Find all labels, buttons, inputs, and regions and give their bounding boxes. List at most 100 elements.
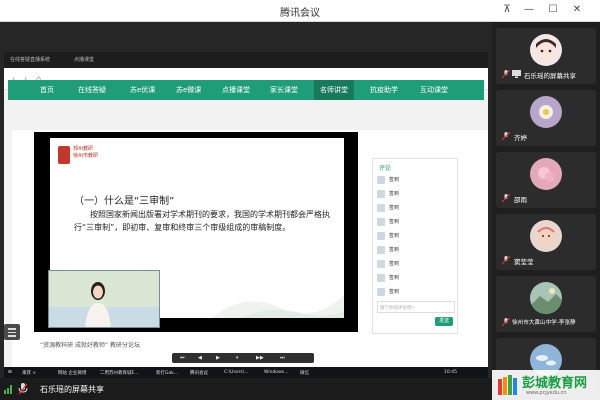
taskbar-clock: 10:45 — [444, 370, 457, 375]
teacher-figure-icon — [85, 282, 111, 327]
nav-item-eweike[interactable]: 苏e微课 — [176, 85, 201, 95]
mic-off-icon — [502, 318, 510, 327]
list-item: 签到 — [377, 245, 455, 256]
bottom-status-bar: 石乐瑶的屏幕共享 — [0, 378, 492, 400]
nav-item-interactive[interactable]: 互动课堂 — [420, 85, 448, 95]
send-button[interactable]: 发送 — [435, 317, 453, 326]
avatar — [377, 190, 385, 198]
rewind-icon[interactable]: ◀ — [198, 355, 202, 361]
list-item: 签到 — [377, 175, 455, 186]
participant-name: 石乐瑶的屏幕共享 — [524, 72, 576, 80]
participant-tile[interactable]: 徐州市大黄山中学-李张静 — [496, 276, 596, 332]
avatar — [377, 204, 385, 212]
avatar — [377, 218, 385, 226]
participant-tile[interactable]: 窦莹莹 — [496, 214, 596, 270]
taskbar-item[interactable]: 二用苏州教育城E... — [100, 370, 139, 376]
avatar — [377, 288, 385, 296]
minimize-button[interactable]: — — [520, 2, 538, 18]
pause-icon[interactable]: ⏸ — [236, 355, 239, 361]
nav-item-home[interactable]: 首页 — [40, 85, 54, 95]
meeting-window: 腾讯会议 ⊼ — ☐ ✕ 在线答疑直播系统 点播课堂 ‹ › ⌂ 首页 在线答疑… — [0, 0, 600, 400]
mic-off-icon — [502, 256, 510, 265]
prev-icon[interactable]: ⏮ — [180, 355, 185, 361]
taskbar-item[interactable]: 微信 — [300, 370, 309, 376]
list-item: 签到 — [377, 203, 455, 214]
page-caption: “资源教科研 成就好教师” 教研分论坛 — [40, 342, 141, 349]
play-icon[interactable]: ▶ — [216, 355, 220, 361]
sharing-label: 石乐瑶的屏幕共享 — [40, 385, 104, 394]
nav-item-eyouke[interactable]: 苏e优课 — [130, 85, 155, 95]
screen-share-icon — [512, 70, 521, 78]
taskbar-item[interactable]: C:\Users\... — [224, 370, 249, 375]
mic-off-icon — [502, 132, 510, 141]
avatar — [377, 246, 385, 254]
list-item: 签到 — [377, 287, 455, 298]
list-item: 签到 — [377, 217, 455, 228]
slide-heading: （一）什么是“三审制” — [74, 196, 175, 207]
nav-item-epidemic[interactable]: 抗疫助学 — [370, 85, 398, 95]
watermark-url: www.pcjyedu.cn — [526, 390, 567, 396]
list-item: 签到 — [377, 231, 455, 242]
taskbar-item[interactable]: 腾讯会议 — [190, 370, 208, 376]
list-item: 签到 — [377, 189, 455, 200]
site-watermark: 彭城教育网 www.pcjyedu.cn — [492, 370, 600, 400]
slide-body: 按照国家新闻出版署对学术期刊的要求，我国的学术期刊都会严格执行“三审制”，即初审… — [74, 210, 330, 232]
signal-icon — [4, 385, 12, 394]
pin-icon[interactable]: ⊼ — [498, 2, 516, 18]
watermark-title: 彭城教育网 — [522, 376, 588, 391]
comment-panel: 评论 签到 签到 签到 签到 签到 签到 签到 签到 签到 留下你的评论吧~ 发… — [372, 158, 458, 334]
comment-header: 评论 — [379, 165, 392, 172]
participant-tile[interactable]: 石乐瑶的屏幕共享 — [496, 28, 596, 84]
title-bar: 腾讯会议 ⊼ — ☐ ✕ — [0, 0, 600, 22]
participant-name: 窦莹莹 — [514, 258, 534, 266]
list-item: 签到 — [377, 273, 455, 284]
start-icon[interactable]: ⊞ — [8, 370, 12, 375]
browser-tab[interactable]: 点播课堂 — [74, 56, 94, 66]
logo-icon — [58, 146, 70, 164]
list-item: 签到 — [377, 259, 455, 270]
menu-icon[interactable] — [4, 324, 20, 340]
cartoon-girl-avatar-icon — [530, 34, 562, 66]
ink-decoration-icon — [211, 295, 344, 318]
shared-screen-area: 在线答疑直播系统 点播课堂 ‹ › ⌂ 首页 在线答疑 苏e优课 苏e微课 点播… — [0, 22, 492, 400]
close-button[interactable]: ✕ — [568, 2, 586, 18]
avatar — [377, 176, 385, 184]
participant-name: 邵雨 — [514, 196, 527, 204]
maximize-button[interactable]: ☐ — [544, 2, 562, 18]
participant-name: 徐州市大黄山中学-李张静 — [512, 320, 576, 326]
logo-text: 徐州市教研 — [73, 153, 99, 159]
participant-tile[interactable]: 齐婷 — [496, 90, 596, 146]
mic-off-icon — [18, 383, 28, 395]
participant-name: 齐婷 — [514, 134, 527, 142]
mic-off-icon — [502, 70, 510, 79]
baby-avatar-icon — [530, 220, 562, 252]
flower-avatar-icon — [530, 96, 562, 128]
nav-item-vod[interactable]: 点播课堂 — [222, 85, 250, 95]
participant-list: 石乐瑶的屏幕共享 齐婷 邵雨 窦莹莹 徐州市大黄山中学-李张静 — [492, 22, 600, 400]
next-icon[interactable]: ⏭ — [280, 355, 285, 361]
teacher-video — [48, 270, 160, 328]
landscape-avatar-icon — [530, 282, 562, 314]
taskbar-item[interactable]: Windows... — [264, 370, 288, 375]
comment-input[interactable]: 留下你的评论吧~ — [377, 301, 455, 313]
watermark-logo-icon — [498, 375, 517, 395]
pink-flower-avatar-icon — [530, 158, 562, 190]
site-nav: 首页 在线答疑 苏e优课 苏e微课 点播课堂 家长课堂 名师讲堂 抗疫助学 互动… — [8, 80, 484, 100]
browser-tab[interactable]: 在线答疑直播系统 — [10, 56, 50, 66]
taskbar-item[interactable]: 网站 企业微博 — [58, 370, 86, 376]
avatar — [377, 232, 385, 240]
media-controls: ⏮ ◀ ▶ ⏸ ▶▶ ⏭ — [172, 353, 314, 363]
participant-tile[interactable]: 邵雨 — [496, 152, 596, 208]
nav-item-qa[interactable]: 在线答疑 — [78, 85, 106, 95]
forward-icon[interactable]: ▶▶ — [256, 355, 264, 361]
mic-off-icon — [502, 194, 510, 203]
slide-logo: 邳州教研 徐州市教研 — [58, 144, 118, 166]
taskbar-item[interactable]: 新打Gak... — [156, 370, 178, 376]
avatar — [377, 274, 385, 282]
nav-item-parents[interactable]: 家长课堂 — [270, 85, 298, 95]
logo-text: 邳州教研 — [73, 146, 94, 152]
nav-item-teacher-lecture[interactable]: 名师讲堂 — [314, 80, 354, 100]
browser-tab-strip: 在线答疑直播系统 点播课堂 — [4, 52, 488, 68]
avatar — [377, 260, 385, 268]
taskbar-item[interactable]: 来宾 × — [22, 370, 36, 376]
